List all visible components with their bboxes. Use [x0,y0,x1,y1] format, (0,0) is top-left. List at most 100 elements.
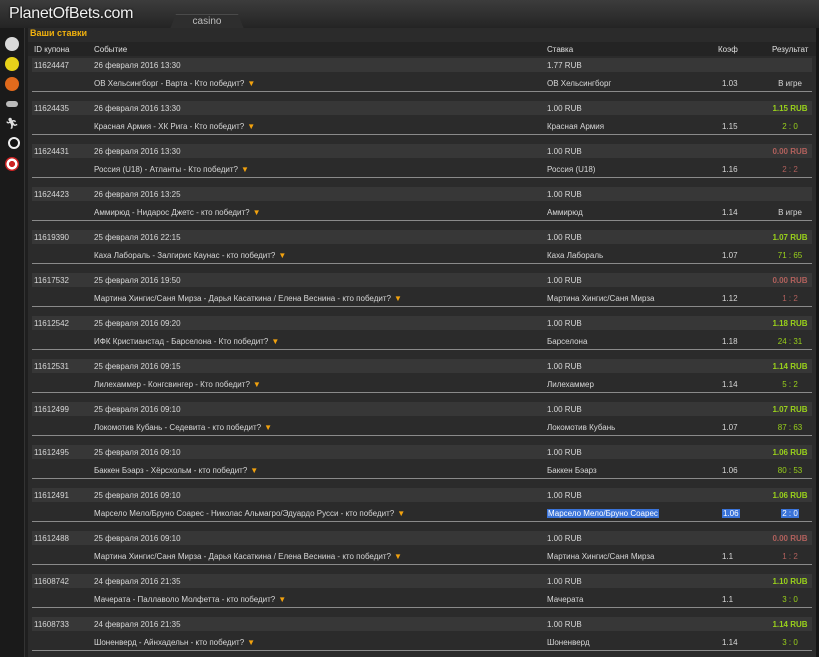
stake-amount: 1.00 RUB [547,577,582,586]
column-header-id: ID купона [34,45,70,54]
event-name[interactable]: Лилехаммер - Конгсвингер - Кто победит? ▼ [94,380,261,390]
event-name[interactable]: ОВ Хельсингборг - Варта - Кто победит? ▼ [94,79,255,89]
soccer-ball-icon[interactable] [5,37,19,51]
coefficient: 1.03 [722,79,738,88]
expand-arrow-icon[interactable]: ▼ [264,423,272,432]
column-header-result: Результат [772,45,809,54]
casino-tab[interactable]: casino [170,14,244,29]
coupon-id: 11608742 [34,577,69,586]
bet-date: 26 февраля 2016 13:25 [94,190,181,199]
coupon-id: 11612542 [34,319,69,328]
bet-detail-line: Лилехаммер - Конгсвингер - Кто победит? ▼… [32,377,812,393]
coupon-id: 11608733 [34,620,69,629]
bet-result: 2 : 0 [782,122,798,131]
event-label: Каха Лабораль - Залгирис Каунас - кто по… [94,251,276,260]
bet-summary-line: 11612531 25 февраля 2016 09:15 1.00 RUB 1.1… [32,359,812,373]
expand-arrow-icon[interactable]: ▼ [241,165,249,174]
event-name[interactable]: Красная Армия - ХК Рига - Кто победит? ▼ [94,122,255,132]
expand-arrow-icon[interactable]: ▼ [247,122,255,131]
selection-name: Шоненверд [547,638,590,647]
bet-detail-line: Каха Лабораль - Залгирис Каунас - кто по… [32,248,812,264]
bet-date: 25 февраля 2016 09:10 [94,534,181,543]
selection-name: Барселона [547,337,588,346]
bet-row: 11619390 25 февраля 2016 22:15 1.00 RUB 1.0… [32,230,812,267]
bet-result: 80 : 53 [777,466,803,475]
bet-date: 25 февраля 2016 09:20 [94,319,181,328]
bet-row: 11612488 25 февраля 2016 09:10 1.00 RUB 0.0… [32,531,812,568]
top-header: PlanetOfBets.com casino [0,0,819,29]
selection-name: Лилехаммер [547,380,594,389]
selection-name: Баккен Бэарз [547,466,597,475]
bet-summary-line: 11612491 25 февраля 2016 09:10 1.00 RUB 1.0… [32,488,812,502]
bet-date: 24 февраля 2016 21:35 [94,620,181,629]
event-label: Лилехаммер - Конгсвингер - Кто победит? [94,380,250,389]
expand-arrow-icon[interactable]: ▼ [271,337,279,346]
payout-amount: 1.06 RUB [772,491,808,500]
bet-detail-line: Марсело Мело/Бруно Соарес - Николас Альм… [32,506,812,522]
coefficient: 1.14 [722,208,738,217]
coupon-id: 11612491 [34,491,69,500]
event-name[interactable]: Марсело Мело/Бруно Соарес - Николас Альм… [94,509,405,519]
site-logo[interactable]: PlanetOfBets.com [9,5,133,23]
coefficient: 1.07 [722,423,738,432]
coefficient: 1.1 [722,595,734,604]
coefficient: 1.12 [722,294,738,303]
expand-arrow-icon[interactable]: ▼ [253,380,261,389]
event-name[interactable]: Шоненверд - Айнхадельн - кто победит? ▼ [94,638,255,648]
billiards-icon[interactable] [8,137,20,149]
payout-amount: 0.00 RUB [772,276,808,285]
expand-arrow-icon[interactable]: ▼ [253,208,261,217]
bet-row: 11608733 24 февраля 2016 21:35 1.00 RUB 1.1… [32,617,812,654]
bet-summary-line: 11617532 25 февраля 2016 19:50 1.00 RUB 0.0… [32,273,812,287]
event-name[interactable]: Мартина Хингис/Саня Мирза - Дарья Касатк… [94,552,402,562]
bet-date: 25 февраля 2016 09:10 [94,405,181,414]
bet-detail-line: ИФК Кристианстад - Барселона - Кто побед… [32,334,812,350]
column-header-coef: Коэф [718,45,738,54]
bet-detail-line: Баккен Бэарз - Хёрсхольм - кто победит? ▼… [32,463,812,479]
bet-result: В игре [778,79,802,88]
event-label: Мачерата - Паллаволо Молфетта - кто побе… [94,595,276,604]
bet-summary-line: 11624435 26 февраля 2016 13:30 1.00 RUB 1.1… [32,101,812,115]
selection-name: Аммирюд [547,208,583,217]
event-name[interactable]: ИФК Кристианстад - Барселона - Кто побед… [94,337,279,347]
darts-icon[interactable] [5,157,19,171]
bet-result: 24 : 31 [777,337,803,346]
event-name[interactable]: Каха Лабораль - Залгирис Каунас - кто по… [94,251,286,261]
column-header-event: Событие [94,45,128,54]
basketball-icon[interactable] [5,77,19,91]
coupon-id: 11612495 [34,448,69,457]
event-name[interactable]: Локомотив Кубань - Седевита - кто победи… [94,423,272,433]
bet-result: 71 : 65 [777,251,803,260]
event-name[interactable]: Аммирюд - Нидарос Джетс - кто победит? ▼ [94,208,261,218]
tennis-ball-icon[interactable] [5,57,19,71]
event-name[interactable]: Россия (U18) - Атланты - Кто победит? ▼ [94,165,249,175]
coefficient: 1.18 [722,337,738,346]
bet-summary-line: 11624447 26 февраля 2016 13:30 1.77 RUB [32,58,812,72]
bet-date: 26 февраля 2016 13:30 [94,61,181,70]
expand-arrow-icon[interactable]: ▼ [397,509,405,518]
event-name[interactable]: Баккен Бэарз - Хёрсхольм - кто победит? ▼ [94,466,258,476]
event-label: Шоненверд - Айнхадельн - кто победит? [94,638,245,647]
event-name[interactable]: Мартина Хингис/Саня Мирза - Дарья Касатк… [94,294,402,304]
expand-arrow-icon[interactable]: ▼ [278,251,286,260]
coefficient: 1.15 [722,122,738,131]
bet-row: 11624435 26 февраля 2016 13:30 1.00 RUB 1.1… [32,101,812,138]
bets-panel: Ваши ставки ID купона Событие Ставка Коэ… [28,28,816,657]
sport-icon-sidebar: 🏃︎ [0,28,25,657]
coefficient: 1.14 [722,380,738,389]
expand-arrow-icon[interactable]: ▼ [394,552,402,561]
expand-arrow-icon[interactable]: ▼ [394,294,402,303]
coefficient: 1.16 [722,165,738,174]
payout-amount: 1.10 RUB [772,577,808,586]
bet-date: 26 февраля 2016 13:30 [94,147,181,156]
expand-arrow-icon[interactable]: ▼ [247,79,255,88]
selection-name: Мартина Хингис/Саня Мирза [547,294,655,303]
expand-arrow-icon[interactable]: ▼ [250,466,258,475]
hockey-icon[interactable] [5,97,19,111]
expand-arrow-icon[interactable]: ▼ [247,638,255,647]
athletics-icon[interactable]: 🏃︎ [5,117,19,131]
bet-result: 1 : 2 [782,552,798,561]
event-name[interactable]: Мачерата - Паллаволо Молфетта - кто побе… [94,595,286,605]
expand-arrow-icon[interactable]: ▼ [278,595,286,604]
panel-title: Ваши ставки [30,28,88,38]
